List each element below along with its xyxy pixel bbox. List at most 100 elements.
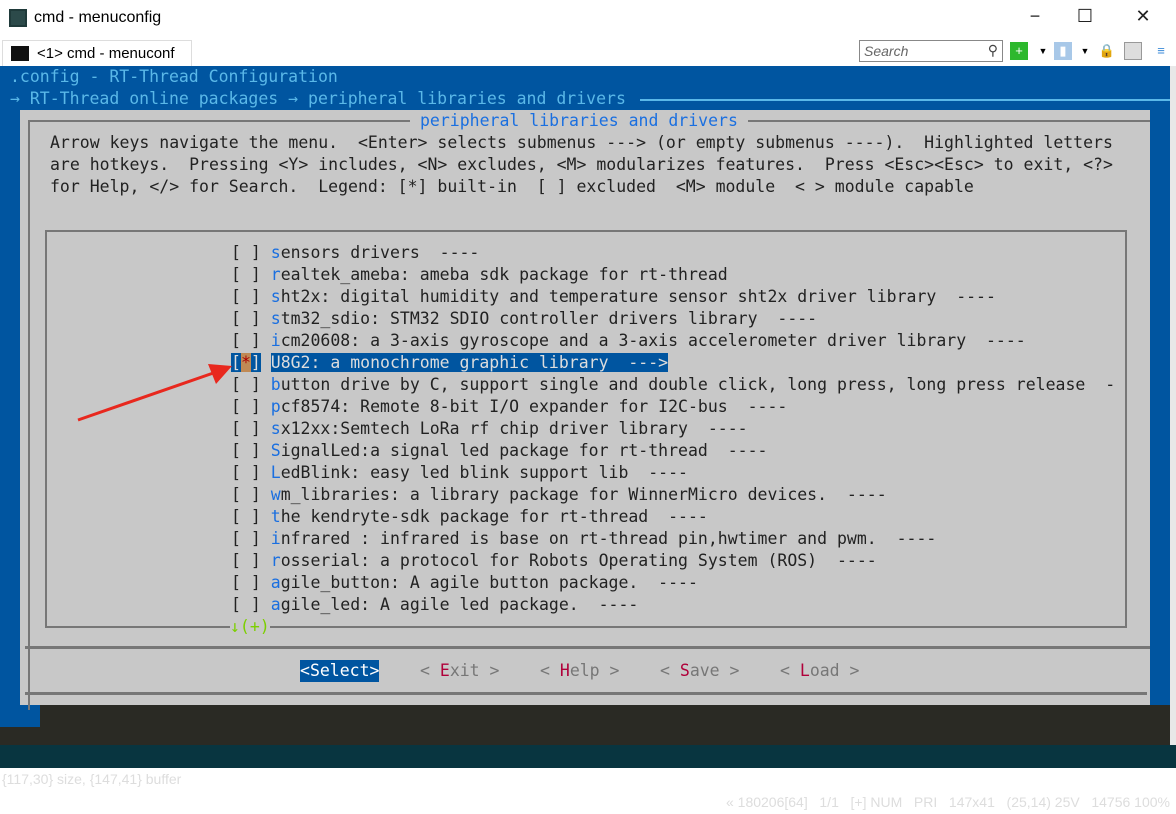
checkbox[interactable]: [ ]	[231, 463, 261, 482]
search-placeholder: Search	[864, 43, 909, 59]
button-select[interactable]: <Select>	[300, 660, 380, 682]
checkbox[interactable]: [ ]	[231, 375, 261, 394]
new-console-icon[interactable]: +	[1010, 42, 1028, 60]
menu-dialog: peripheral libraries and drivers Arrow k…	[20, 110, 1150, 710]
hotkey-letter: b	[270, 375, 281, 394]
item-label: gile_button: A agile button package. ---…	[280, 573, 698, 592]
hotkey-letter: s	[270, 287, 281, 306]
status-bar: {117,30} size, {147,41} buffer « 180206[…	[0, 745, 1176, 810]
hotkey-letter: r	[270, 551, 281, 570]
menu-item[interactable]: [ ] LedBlink: easy led blink support lib…	[231, 462, 688, 484]
button-load[interactable]: < Load >	[780, 660, 860, 682]
status-info: « 180206[64] 1/1 [+] NUM PRI 147x41 (25,…	[725, 794, 1170, 810]
checkbox[interactable]: [ ]	[231, 331, 261, 350]
hotkey-letter: r	[270, 265, 281, 284]
button-save[interactable]: < Save >	[660, 660, 740, 682]
hotkey-letter: p	[270, 397, 281, 416]
menu-item[interactable]: [ ] agile_button: A agile button package…	[231, 572, 698, 594]
hotkey-letter: s	[270, 243, 281, 262]
menu-item[interactable]: [ ] infrared : infrared is base on rt-th…	[231, 528, 936, 550]
check-state	[241, 507, 251, 526]
hotkey-letter: w	[270, 485, 281, 504]
menu-item[interactable]: [ ] sensors drivers ----	[231, 242, 479, 264]
checkbox[interactable]: [ ]	[231, 595, 261, 614]
title-bar: cmd - menuconfig − ☐ ✕	[0, 0, 1176, 38]
check-state	[241, 485, 251, 504]
menu-item[interactable]: [ ] SignalLed:a signal led package for r…	[231, 440, 767, 462]
menu-item[interactable]: [*] U8G2: a monochrome graphic library -…	[231, 352, 669, 374]
button-label: Select	[309, 661, 370, 680]
scrollbar[interactable]	[1170, 66, 1176, 745]
checkbox[interactable]: [ ]	[231, 529, 261, 548]
help-text-2: are hotkeys. Pressing <Y> includes, <N> …	[50, 155, 1113, 174]
item-label: x12xx:Semtech LoRa rf chip driver librar…	[280, 419, 748, 438]
item-label: ensors drivers ----	[280, 243, 480, 262]
button-exit[interactable]: < Exit >	[420, 660, 500, 682]
window-title: cmd - menuconfig	[34, 9, 162, 26]
help-text-1: Arrow keys navigate the menu. <Enter> se…	[50, 133, 1113, 152]
item-label: edBlink: easy led blink support lib ----	[280, 463, 688, 482]
dropdown-icon[interactable]: ▼	[1034, 42, 1052, 60]
menu-item[interactable]: [ ] realtek_ameba: ameba sdk package for…	[231, 264, 728, 286]
close-button[interactable]: ✕	[1128, 6, 1158, 27]
check-state	[241, 573, 251, 592]
checkbox[interactable]: [ ]	[231, 397, 261, 416]
button-label: oad	[809, 661, 840, 680]
button-help[interactable]: < Help >	[540, 660, 620, 682]
menu-item[interactable]: [ ] sx12xx:Semtech LoRa rf chip driver l…	[231, 418, 748, 440]
menu-item[interactable]: [ ] the kendryte-sdk package for rt-thre…	[231, 506, 708, 528]
menu-item[interactable]: [ ] agile_led: A agile led package. ----	[231, 594, 638, 616]
menu-item[interactable]: [ ] pcf8574: Remote 8-bit I/O expander f…	[231, 396, 787, 418]
hotkey-letter: U	[270, 353, 281, 372]
terminal[interactable]: .config - RT-Thread Configuration → RT-T…	[0, 66, 1176, 745]
check-state	[241, 551, 251, 570]
checkbox[interactable]: [ ]	[231, 441, 261, 460]
search-input[interactable]: Search ⚲	[859, 40, 1003, 62]
checkbox[interactable]: [*]	[231, 353, 261, 372]
menu-icon[interactable]: ≡	[1152, 42, 1170, 60]
check-state	[241, 287, 251, 306]
check-state	[241, 375, 251, 394]
hotkey-letter: L	[270, 463, 281, 482]
button-label: ave	[689, 661, 720, 680]
dropdown-icon[interactable]: ▼	[1076, 42, 1094, 60]
menu-item[interactable]: [ ] icm20608: a 3-axis gyroscope and a 3…	[231, 330, 1026, 352]
tab-cmd[interactable]: <1> cmd - menuconf	[2, 40, 192, 66]
checkbox[interactable]: [ ]	[231, 419, 261, 438]
panel-icon[interactable]	[1124, 42, 1142, 60]
check-state	[241, 309, 251, 328]
check-state	[241, 331, 251, 350]
menu-item[interactable]: [ ] button drive by C, support single an…	[231, 374, 1115, 396]
button-label: elp	[569, 661, 600, 680]
minimize-button[interactable]: −	[1020, 6, 1050, 27]
menu-item[interactable]: [ ] sht2x: digital humidity and temperat…	[231, 286, 996, 308]
config-title: .config - RT-Thread Configuration	[10, 67, 338, 86]
checkbox[interactable]: [ ]	[231, 551, 261, 570]
item-label: utton drive by C, support single and dou…	[280, 375, 1116, 394]
lock-icon[interactable]: 🔒	[1098, 42, 1116, 60]
bracket: >	[719, 661, 740, 680]
maximize-button[interactable]: ☐	[1070, 6, 1100, 27]
view-icon[interactable]: ▮	[1054, 42, 1072, 60]
menu-item[interactable]: [ ] rosserial: a protocol for Robots Ope…	[231, 550, 877, 572]
menu-item[interactable]: [ ] stm32_sdio: STM32 SDIO controller dr…	[231, 308, 817, 330]
check-state	[241, 463, 251, 482]
more-indicator: ↓(+)	[230, 616, 270, 638]
item-label: he kendryte-sdk package for rt-thread --…	[280, 507, 708, 526]
bracket: <	[660, 661, 680, 680]
checkbox[interactable]: [ ]	[231, 309, 261, 328]
bracket: >	[599, 661, 620, 680]
checkbox[interactable]: [ ]	[231, 265, 261, 284]
separator	[25, 646, 1150, 649]
item-label: tm32_sdio: STM32 SDIO controller drivers…	[280, 309, 818, 328]
checkbox[interactable]: [ ]	[231, 573, 261, 592]
checkbox[interactable]: [ ]	[231, 507, 261, 526]
console-icon	[11, 46, 29, 61]
checkbox[interactable]: [ ]	[231, 485, 261, 504]
checkbox[interactable]: [ ]	[231, 243, 261, 262]
hotkey-letter: S	[679, 661, 690, 680]
bracket: <	[540, 661, 560, 680]
menu-item[interactable]: [ ] wm_libraries: a library package for …	[231, 484, 887, 506]
check-state	[241, 529, 251, 548]
checkbox[interactable]: [ ]	[231, 287, 261, 306]
